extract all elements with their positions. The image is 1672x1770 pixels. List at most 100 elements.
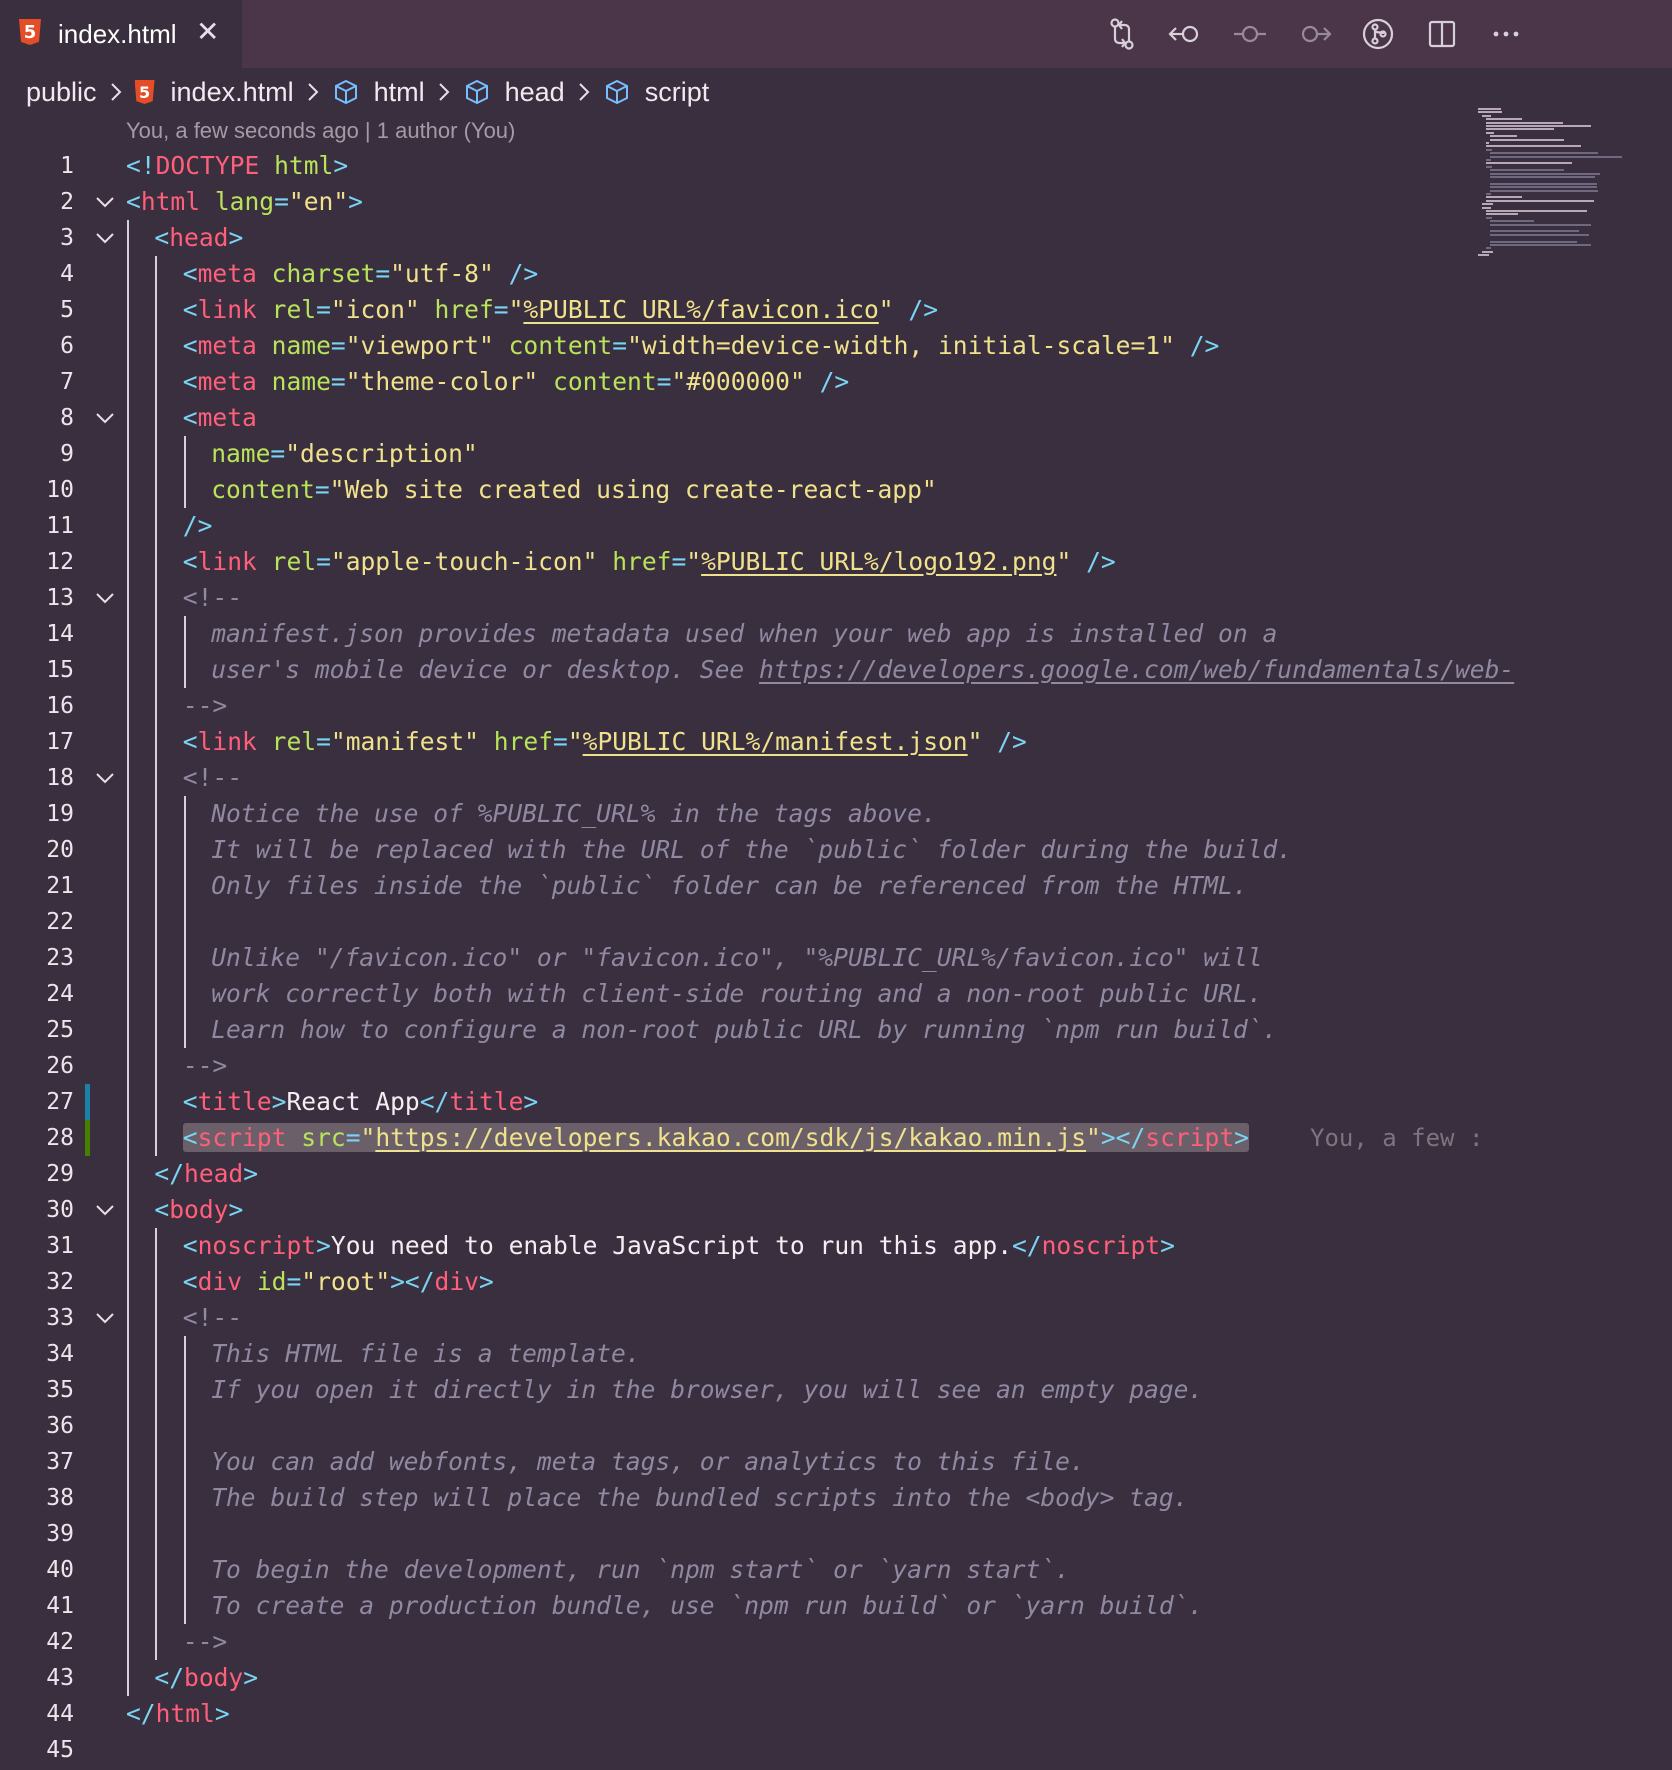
go-back-icon[interactable] [1166,14,1206,54]
indent-guide [155,1228,157,1660]
code-line[interactable]: 26 --> [0,1048,1480,1084]
code-line[interactable]: 28 <script src="https://developers.kakao.… [0,1120,1483,1156]
code-line[interactable]: 14 manifest.json provides metadata used w… [0,616,1480,652]
code-token: > [228,223,244,252]
code-line[interactable]: 44 </html> [0,1696,1480,1732]
code-line[interactable]: 15 user's mobile device or desktop. See h… [0,652,1514,688]
breadcrumb-index-html[interactable]: 5 index.html [134,77,294,108]
minimap-line [1486,121,1563,124]
code-line[interactable]: 13 <!-- [0,580,1480,616]
code-token: https://developers.kakao.com/sdk/js/kaka… [375,1123,1087,1152]
minimap-line [1486,210,1587,212]
code-line[interactable]: 30 <body> [0,1192,1480,1228]
fold-chevron-icon[interactable] [94,192,116,212]
line-number: 8 [60,405,74,431]
code-line[interactable]: 33 <!-- [0,1300,1480,1336]
code-token: </ [154,1663,185,1692]
code-line[interactable]: 36 [0,1408,1480,1444]
minimap-line [1486,128,1554,131]
code-line[interactable]: 20 It will be replaced with the URL of th… [0,832,1480,868]
go-forward-icon[interactable] [1294,14,1334,54]
code-line[interactable]: 19 Notice the use of %PUBLIC_URL% in the … [0,796,1480,832]
code-line[interactable]: 2 <html lang="en"> [0,184,1480,220]
code-line[interactable]: 12 <link rel="apple-touch-icon" href="%PU… [0,544,1480,580]
code-line[interactable]: 27 <title>React App</title> [0,1084,1480,1120]
code-line[interactable]: 42 --> [0,1624,1480,1660]
code-line[interactable]: 1 <!DOCTYPE html> [0,148,1480,184]
fold-chevron-icon[interactable] [94,228,116,248]
breadcrumb-html[interactable]: html [332,77,425,108]
source-control-compare-icon[interactable] [1102,14,1142,54]
code-token: < [182,295,198,324]
line-number: 45 [46,1737,74,1763]
code-line[interactable]: 21 Only files inside the `public` folder … [0,868,1480,904]
code-token: <! [126,151,156,180]
code-line[interactable]: 4 <meta charset="utf-8" /> [0,256,1480,292]
code-line[interactable]: 39 [0,1516,1480,1552]
code-token: body [169,1195,229,1224]
code-token: work correctly both with client-side rou… [211,979,1263,1008]
git-graph-icon[interactable] [1358,14,1398,54]
code-line[interactable]: 11 /> [0,508,1480,544]
code-line[interactable]: 37 You can add webfonts, meta tags, or an… [0,1444,1480,1480]
code-line[interactable]: 40 To begin the development, run `npm sta… [0,1552,1480,1588]
fold-chevron-icon[interactable] [94,1200,116,1220]
code-token: > [523,1087,539,1116]
code-line[interactable]: 5 <link rel="icon" href="%PUBLIC_URL%/fav… [0,292,1480,328]
code-line[interactable]: 18 <!-- [0,760,1480,796]
split-editor-icon[interactable] [1422,14,1462,54]
code-line[interactable]: 31 <noscript>You need to enable JavaScrip… [0,1228,1480,1264]
code-line[interactable]: 25 Learn how to configure a non-root publ… [0,1012,1480,1048]
code-line[interactable]: 10 content="Web site created using create… [0,472,1480,508]
code-token: ></ [390,1267,435,1296]
code-token: </ [126,1699,156,1728]
more-actions-icon[interactable] [1486,14,1526,54]
line-number: 39 [46,1521,74,1547]
minimap-line [1490,138,1564,141]
fold-chevron-icon[interactable] [94,408,116,428]
code-line[interactable]: 29 </head> [0,1156,1480,1192]
fold-chevron-icon[interactable] [94,588,116,608]
code-line[interactable]: 3 <head> [0,220,1480,256]
code-token: " [1086,1123,1101,1152]
git-change-marker[interactable] [85,1120,90,1156]
code-token: Only files inside the `public` folder ca… [211,871,1248,900]
minimap[interactable] [1478,108,1648,298]
code-text: <!-- [183,760,242,796]
code-line[interactable]: 17 <link rel="manifest" href="%PUBLIC_URL… [0,724,1480,760]
codelens-authors[interactable]: You, a few seconds ago | 1 author (You) [126,118,515,144]
code-token: /> [819,367,850,396]
code-line[interactable]: 32 <div id="root"></div> [0,1264,1480,1300]
code-line[interactable]: 23 Unlike "/favicon.ico" or "favicon.ico"… [0,940,1480,976]
code-line[interactable]: 43 </body> [0,1660,1480,1696]
git-change-marker[interactable] [85,1084,90,1120]
close-icon[interactable]: ✕ [196,18,219,46]
code-line[interactable]: 9 name="description" [0,436,1480,472]
fold-chevron-icon[interactable] [94,1308,116,1328]
code-line[interactable]: 24 work correctly both with client-side r… [0,976,1480,1012]
line-number: 44 [46,1701,74,1727]
breadcrumb-head[interactable]: head [463,77,565,108]
code-text: <!-- [183,580,242,616]
tab-index-html[interactable]: 5 index.html ✕ [0,0,242,68]
code-line[interactable]: 16 --> [0,688,1480,724]
code-line[interactable]: 7 <meta name="theme-color" content="#0000… [0,364,1480,400]
commit-icon[interactable] [1230,14,1270,54]
breadcrumb-script[interactable]: script [603,77,709,108]
code-line[interactable]: 6 <meta name="viewport" content="width=de… [0,328,1480,364]
fold-chevron-icon[interactable] [94,768,116,788]
html5-icon: 5 [19,19,41,45]
code-line[interactable]: 38 The build step will place the bundled … [0,1480,1480,1516]
line-number: 24 [46,981,74,1007]
code-line[interactable]: 45 [0,1732,1480,1768]
code-line[interactable]: 34 This HTML file is a template. [0,1336,1480,1372]
breadcrumb-public[interactable]: public [26,77,97,108]
code-text: <meta name="theme-color" content="#00000… [183,364,849,400]
code-line[interactable]: 22 [0,904,1480,940]
code-line[interactable]: 8 <meta [0,400,1480,436]
code-line[interactable]: 41 To create a production bundle, use `np… [0,1588,1480,1624]
minimap-line [1490,155,1622,158]
code-line[interactable]: 35 If you open it directly in the browser… [0,1372,1480,1408]
